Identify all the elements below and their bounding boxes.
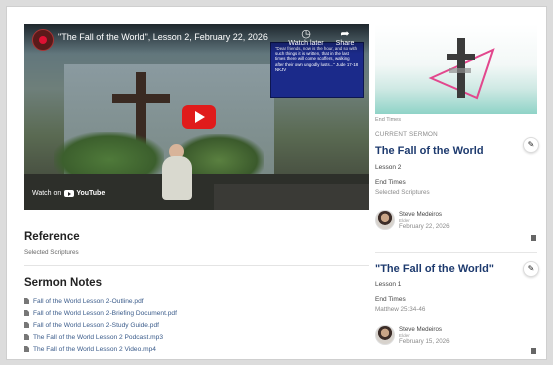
watch-on-label: Watch on [32, 190, 62, 197]
current-scripture: Selected Scriptures [375, 189, 430, 196]
avatar [375, 210, 395, 230]
youtube-wordmark: YouTube [76, 190, 106, 197]
edit-pencil-button[interactable]: ✎ [523, 137, 539, 153]
sermon-speaker[interactable]: Steve Medeiros Elder February 15, 2026 [375, 325, 450, 345]
clock-icon: ◷ [301, 28, 311, 40]
cross-triangle-artwork [428, 38, 495, 100]
file-name: Fall of the World Lesson 2-Briefing Docu… [33, 309, 177, 317]
document-icon[interactable] [531, 348, 536, 354]
pencil-icon: ✎ [527, 264, 535, 273]
watch-later-button[interactable]: ◷ Watch later [288, 28, 324, 47]
current-sermon-title[interactable]: The Fall of the World [375, 145, 484, 157]
edit-pencil-button[interactable]: ✎ [523, 261, 539, 277]
file-icon [24, 334, 29, 340]
current-lesson: Lesson 2 [375, 164, 402, 171]
watch-on-youtube-link[interactable]: Watch on YouTube [32, 190, 105, 197]
sermon-date: February 15, 2026 [399, 337, 450, 345]
share-label: Share [335, 40, 355, 47]
document-icon[interactable] [531, 235, 536, 241]
pencil-icon: ✎ [527, 140, 535, 149]
file-name: The Fall of the World Lesson 2 Podcast.m… [33, 333, 163, 341]
current-series: End Times [375, 179, 406, 186]
speaker-info: Steve Medeiros Elder February 22, 2026 [399, 211, 450, 230]
share-button[interactable]: ➦ Share [327, 28, 363, 47]
reference-value: Selected Scriptures [24, 249, 79, 256]
reference-heading: Reference [24, 231, 80, 243]
avatar [375, 325, 395, 345]
series-thumbnail[interactable] [375, 24, 537, 114]
sermon-notes-list: Fall of the World Lesson 2-Outline.pdf F… [24, 295, 177, 355]
sermon-title[interactable]: "The Fall of the World" [375, 263, 494, 275]
sermon-notes-heading: Sermon Notes [24, 277, 102, 289]
file-link[interactable]: Fall of the World Lesson 2-Outline.pdf [24, 295, 177, 307]
sermon-series: End Times [375, 296, 406, 303]
sermon-scripture: Matthew 25:34-46 [375, 306, 426, 313]
pews [214, 184, 369, 210]
page-frame: "Dear friends, now is the hour, and so w… [6, 6, 547, 360]
file-link[interactable]: Fall of the World Lesson 2-Briefing Docu… [24, 307, 177, 319]
file-icon [24, 346, 29, 352]
speaker-name: Steve Medeiros [399, 210, 442, 218]
speaker-info: Steve Medeiros Elder February 15, 2026 [399, 326, 450, 345]
share-arrow-icon: ➦ [340, 28, 350, 40]
sermon-date: February 22, 2026 [399, 222, 450, 230]
file-link[interactable]: The Fall of the World Lesson 2 Video.mp4 [24, 343, 177, 355]
file-name: Fall of the World Lesson 2-Outline.pdf [33, 297, 144, 305]
cross-horizontal [112, 94, 170, 103]
current-speaker[interactable]: Steve Medeiros Elder February 22, 2026 [375, 210, 450, 230]
sermon-lesson: Lesson 1 [375, 281, 402, 288]
current-sermon-label: CURRENT SERMON [375, 131, 438, 138]
youtube-play-icon [64, 190, 75, 197]
file-icon [24, 298, 29, 304]
file-link[interactable]: The Fall of the World Lesson 2 Podcast.m… [24, 331, 177, 343]
file-name: Fall of the World Lesson 2-Study Guide.p… [33, 321, 159, 329]
youtube-logo: YouTube [64, 190, 105, 197]
watch-later-label: Watch later [288, 40, 324, 47]
plants-left [54, 132, 164, 178]
video-title[interactable]: "The Fall of the World", Lesson 2, Febru… [58, 32, 278, 42]
video-player[interactable]: "Dear friends, now is the hour, and so w… [24, 24, 369, 210]
play-button[interactable] [182, 105, 216, 129]
divider [375, 252, 537, 253]
channel-avatar[interactable] [32, 29, 54, 51]
speaker-name: Steve Medeiros [399, 325, 442, 333]
file-link[interactable]: Fall of the World Lesson 2-Study Guide.p… [24, 319, 177, 331]
file-icon [24, 322, 29, 328]
file-icon [24, 310, 29, 316]
file-name: The Fall of the World Lesson 2 Video.mp4 [33, 345, 156, 353]
speaker-figure [162, 156, 192, 200]
divider [24, 265, 369, 266]
series-caption: End Times [375, 117, 401, 123]
